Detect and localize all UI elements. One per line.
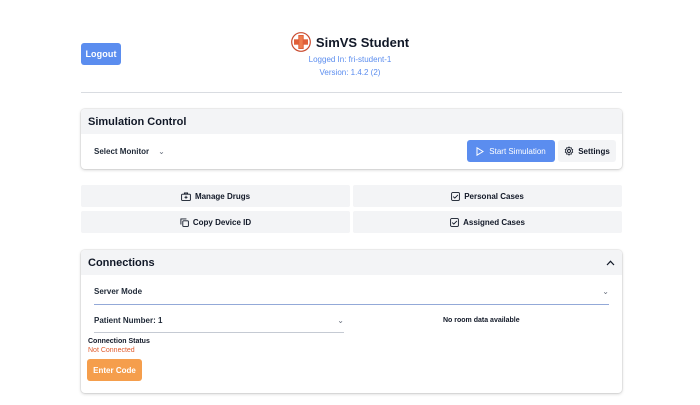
app-title: SimVS Student (315, 34, 410, 50)
app-header: SimVS Student Logged In: fri-student-1 V… (0, 32, 700, 78)
start-simulation-label: Start Simulation (489, 146, 546, 156)
assigned-cases-label: Assigned Cases (463, 217, 525, 227)
start-simulation-button[interactable]: Start Simulation (467, 140, 555, 162)
play-icon (476, 146, 485, 156)
connections-header[interactable]: Connections (81, 250, 622, 275)
simulation-control-card: Simulation Control Select Monitor ⌄ Star… (81, 109, 622, 169)
header-divider (81, 92, 622, 93)
copy-device-id-button[interactable]: Copy Device ID (81, 211, 350, 233)
checkbox-checked-icon (450, 217, 459, 227)
gear-icon (564, 146, 574, 156)
chevron-down-icon: ⌄ (337, 316, 344, 325)
copy-icon (180, 217, 189, 227)
connections-card: Connections Server Mode ⌄ Patient Number… (81, 250, 622, 393)
chevron-down-icon: ⌄ (602, 287, 609, 296)
settings-label: Settings (578, 146, 610, 156)
connection-status-label: Connection Status (88, 338, 150, 345)
medical-bag-icon (181, 192, 191, 201)
server-mode-select[interactable]: Server Mode ⌄ (94, 287, 609, 305)
chevron-down-icon: ⌄ (158, 147, 165, 156)
settings-button[interactable]: Settings (558, 140, 616, 162)
patient-number-select[interactable]: Patient Number: 1 ⌄ (94, 316, 344, 333)
no-room-data-text: No room data available (443, 317, 520, 324)
select-monitor-label: Select Monitor (94, 147, 150, 156)
logged-in-text: Logged In: fri-student-1 (308, 55, 392, 64)
chevron-up-icon[interactable] (606, 259, 615, 266)
select-monitor-dropdown[interactable]: Select Monitor ⌄ (94, 147, 165, 156)
connection-status-value: Not Connected (88, 347, 135, 354)
copy-device-id-label: Copy Device ID (192, 217, 252, 227)
personal-cases-button[interactable]: Personal Cases (353, 185, 622, 207)
manage-drugs-button[interactable]: Manage Drugs (81, 185, 350, 207)
enter-code-button[interactable]: Enter Code (87, 359, 142, 381)
simulation-control-title: Simulation Control (81, 109, 622, 134)
assigned-cases-button[interactable]: Assigned Cases (353, 211, 622, 233)
manage-drugs-label: Manage Drugs (194, 191, 251, 201)
checkbox-checked-icon (451, 191, 461, 201)
server-mode-label: Server Mode (94, 287, 143, 296)
patient-number-label: Patient Number: 1 (94, 316, 163, 325)
connections-title: Connections (88, 256, 155, 269)
personal-cases-label: Personal Cases (464, 191, 524, 201)
version-text: Version: 1.4.2 (2) (319, 68, 381, 77)
medical-cross-logo-icon (291, 32, 311, 52)
